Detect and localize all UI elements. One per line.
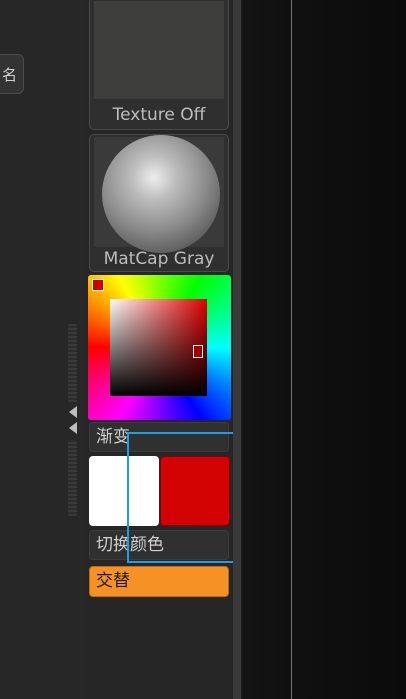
texture-label: Texture Off [112,105,206,125]
hue-handle[interactable] [92,279,104,291]
matcap-label: MatCap Gray [103,249,215,269]
left-panel-button-label: 名 [1,66,17,84]
panel-drag-grip-bottom[interactable] [68,440,77,516]
alternate-button[interactable]: 交替 [89,566,229,597]
matcap-preview [94,135,224,253]
texture-preview [94,1,224,99]
matcap-sphere-icon [102,135,220,253]
matcap-thumbnail[interactable]: MatCap Gray [89,134,229,272]
gradient-label: 渐变 [96,427,130,447]
panel-divider[interactable] [233,0,242,699]
color-picker[interactable] [88,275,231,420]
viewport-guide-line [291,0,292,699]
alternate-label: 交替 [96,571,130,591]
collapse-arrows-icon[interactable] [67,404,79,438]
canvas-viewport[interactable] [242,0,406,699]
left-panel-button[interactable]: 名 [0,54,24,94]
panel-drag-grip-top[interactable] [68,324,77,402]
texture-thumbnail[interactable]: Texture Off [89,0,229,130]
saturation-value-handle[interactable] [193,345,203,358]
